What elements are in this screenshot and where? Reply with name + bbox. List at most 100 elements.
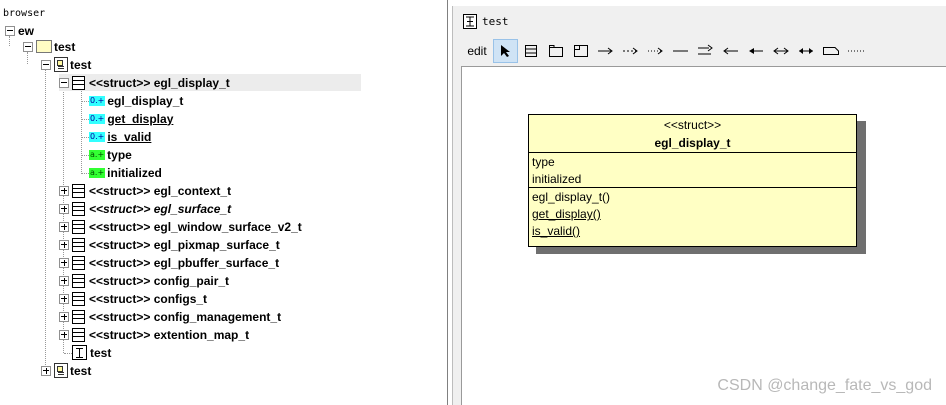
watermark: CSDN @change_fate_vs_god — [717, 377, 932, 394]
aggregation-icon[interactable] — [793, 39, 818, 63]
tree-struct[interactable]: <<struct>> config_management_t — [59, 308, 281, 325]
tree-struct[interactable]: <<struct>> egl_context_t — [59, 182, 231, 199]
attribute-icon: a.+ — [89, 149, 106, 160]
tree-struct-label: <<struct>> egl_window_surface_v2_t — [89, 219, 302, 234]
tree-struct-label: <<struct>> egl_pixmap_surface_t — [89, 237, 280, 252]
uml-operation: get_display() — [532, 207, 601, 221]
edit-button[interactable]: edit — [461, 39, 493, 63]
expand-icon[interactable] — [59, 293, 69, 304]
collapse-icon[interactable] — [23, 41, 33, 52]
public-operation-icon: 0.+ — [89, 131, 106, 142]
expand-icon[interactable] — [59, 257, 69, 268]
tree-member[interactable]: 0.+ egl_display_t — [89, 92, 183, 109]
association-left-icon[interactable] — [718, 39, 743, 63]
tree-struct[interactable]: <<struct>> egl_surface_t — [59, 200, 231, 217]
expand-icon[interactable] — [59, 275, 69, 286]
browser-title: browser — [3, 8, 46, 19]
dependency-arrow-icon[interactable] — [618, 39, 643, 63]
tree-line — [82, 173, 89, 174]
tree-struct-label: <<struct>> extention_map_t — [89, 327, 250, 342]
tree-deployment-view[interactable]: test — [41, 362, 91, 379]
tree-member[interactable]: a.+ initialized — [89, 164, 162, 181]
uml-attribute: initialized — [532, 172, 582, 186]
class-icon — [72, 201, 85, 216]
collapse-icon[interactable] — [59, 77, 69, 88]
diagram-toolbar: edit — [461, 38, 946, 64]
inherit-arrow-icon[interactable] — [693, 39, 718, 63]
member-label: egl_display_t — [107, 93, 184, 108]
collapse-icon[interactable] — [5, 25, 15, 36]
tree-member[interactable]: 0.+ get_display — [89, 110, 173, 127]
class-diagram-icon — [463, 13, 477, 29]
tree-struct-label: <<struct>> egl_pbuffer_surface_t — [89, 255, 280, 270]
bidirectional-arrow-icon[interactable] — [768, 39, 793, 63]
tree-struct[interactable]: <<struct>> configs_t — [59, 290, 207, 307]
class-icon[interactable] — [518, 39, 543, 63]
member-label: get_display — [107, 111, 174, 126]
composition-icon[interactable] — [743, 39, 768, 63]
uml-operation: egl_display_t() — [532, 190, 611, 204]
tree-package[interactable]: test — [23, 38, 75, 55]
tree-struct-selected[interactable]: <<struct>> egl_display_t — [59, 74, 361, 91]
public-operation-icon: 0.+ — [89, 113, 106, 124]
collapse-icon[interactable] — [41, 59, 51, 70]
class-icon — [72, 237, 85, 252]
line-icon[interactable] — [668, 39, 693, 63]
class-icon — [72, 183, 85, 198]
diagram-window: test edit <<struct>> egl_display_t type … — [452, 6, 946, 405]
expand-icon[interactable] — [59, 311, 69, 322]
tree-line — [64, 353, 72, 354]
note-shape-icon[interactable] — [818, 39, 843, 63]
dotted-line-icon[interactable] — [843, 39, 868, 63]
class-icon — [72, 291, 85, 306]
class-icon — [72, 327, 85, 342]
tree-class-view[interactable]: test — [41, 56, 91, 73]
expand-icon[interactable] — [59, 329, 69, 340]
diagram-canvas[interactable]: <<struct>> egl_display_t type initialize… — [461, 66, 946, 405]
tree-class-diagram[interactable]: test — [72, 344, 111, 361]
member-label: initialized — [107, 165, 162, 180]
tree-package-label: test — [54, 39, 76, 54]
uml-operation: is_valid() — [532, 224, 581, 238]
tree-struct[interactable]: <<struct>> egl_pixmap_surface_t — [59, 236, 280, 253]
tree-line — [81, 90, 82, 174]
generalisation-arrow-icon[interactable] — [593, 39, 618, 63]
tree-member[interactable]: 0.+ is_valid — [89, 128, 151, 145]
uml-attributes: type initialized — [529, 153, 856, 188]
attribute-icon: a.+ — [89, 167, 106, 178]
uml-class-box[interactable]: <<struct>> egl_display_t type initialize… — [528, 114, 857, 247]
class-icon — [72, 273, 85, 288]
uml-operations: egl_display_t() get_display() is_valid() — [529, 188, 856, 240]
tree-root[interactable]: ew — [5, 22, 34, 39]
select-arrow-icon[interactable] — [493, 39, 518, 63]
member-label: type — [107, 147, 132, 162]
folder-icon — [36, 40, 52, 53]
member-label: is_valid — [107, 129, 152, 144]
tree-struct[interactable]: <<struct>> config_pair_t — [59, 272, 229, 289]
class-icon — [72, 75, 85, 90]
window-title: test — [482, 14, 509, 28]
tree-line — [82, 137, 89, 138]
uml-attribute: type — [532, 155, 555, 169]
tree-deployment-view-label: test — [70, 363, 92, 378]
note-icon[interactable] — [568, 39, 593, 63]
tree-struct-label: <<struct>> egl_context_t — [89, 183, 232, 198]
tree-class-view-label: test — [70, 57, 92, 72]
tree-struct[interactable]: <<struct>> egl_pbuffer_surface_t — [59, 254, 279, 271]
tree-struct-label: <<struct>> egl_surface_t — [89, 201, 232, 216]
expand-icon[interactable] — [59, 239, 69, 250]
tree-member[interactable]: a.+ type — [89, 146, 132, 163]
public-operation-icon: 0.+ — [89, 95, 106, 106]
package-icon[interactable] — [543, 39, 568, 63]
expand-icon[interactable] — [59, 203, 69, 214]
expand-icon[interactable] — [41, 365, 51, 376]
tree-struct[interactable]: <<struct>> egl_window_surface_v2_t — [59, 218, 302, 235]
tree-struct[interactable]: <<struct>> extention_map_t — [59, 326, 249, 343]
deployment-view-icon — [54, 363, 68, 378]
tree-root-label: ew — [18, 23, 35, 38]
expand-icon[interactable] — [59, 185, 69, 196]
tree-struct-label: <<struct>> config_pair_t — [89, 273, 230, 288]
expand-icon[interactable] — [59, 221, 69, 232]
realization-arrow-icon[interactable] — [643, 39, 668, 63]
tree-class-diagram-label: test — [90, 345, 112, 360]
